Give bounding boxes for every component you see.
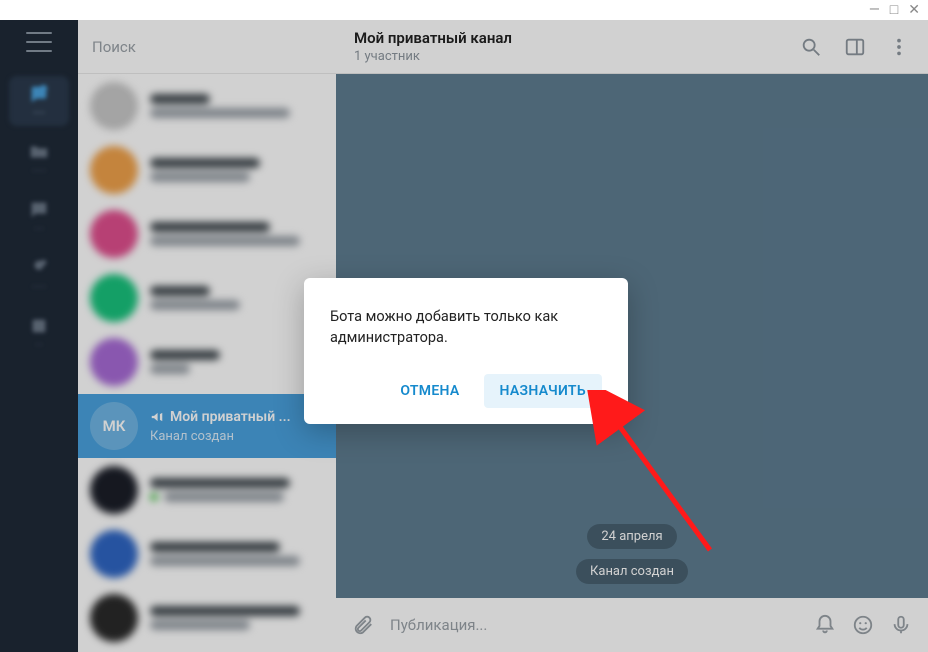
- cancel-button[interactable]: ОТМЕНА: [384, 374, 475, 408]
- minimize-button[interactable]: —: [869, 3, 880, 17]
- titlebar: — □ ✕: [0, 0, 928, 20]
- confirm-button[interactable]: НАЗНАЧИТЬ: [484, 374, 602, 408]
- maximize-button[interactable]: □: [890, 3, 898, 17]
- dialog-text: Бота можно добавить только как администр…: [330, 306, 602, 348]
- close-button[interactable]: ✕: [908, 3, 920, 17]
- confirm-dialog: Бота можно добавить только как администр…: [304, 278, 628, 424]
